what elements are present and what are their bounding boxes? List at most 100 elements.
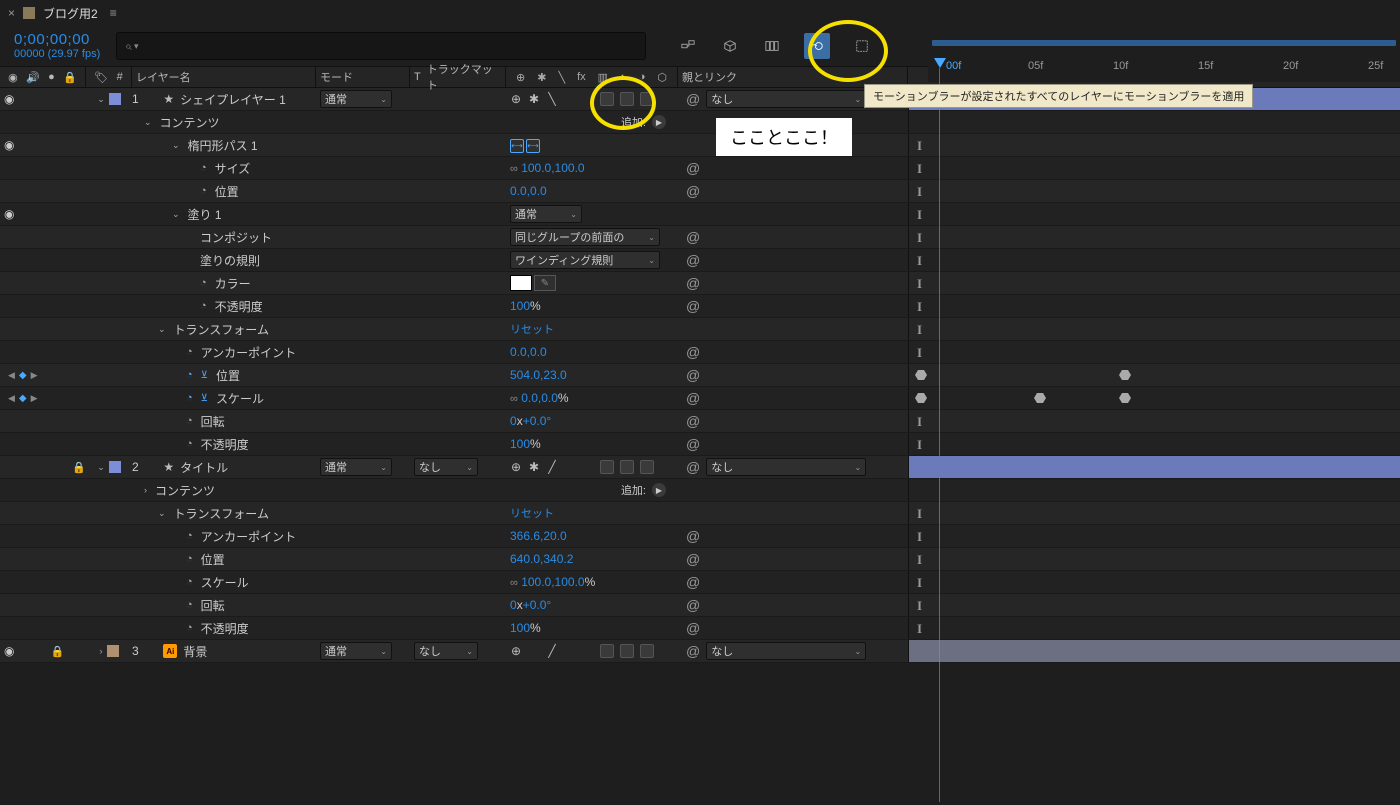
track-matte-dropdown[interactable]: なし⌄ <box>414 642 478 660</box>
pickwhip-icon[interactable]: @ <box>686 390 700 406</box>
twirl-icon[interactable]: ⌄ <box>158 324 166 335</box>
parent-dropdown[interactable]: なし⌄ <box>706 458 866 476</box>
layer-name[interactable]: 背景 <box>183 643 207 660</box>
label-color[interactable] <box>109 93 121 105</box>
prev-key-icon[interactable]: ◀ <box>8 393 15 404</box>
graph-icon[interactable]: ⊻ <box>201 370 208 381</box>
next-key-icon[interactable]: ▶ <box>31 370 38 381</box>
add-button[interactable]: ▶ <box>652 483 666 497</box>
keyframe-icon[interactable] <box>915 370 927 380</box>
quality-switch[interactable]: ╱ <box>546 460 558 474</box>
parent-dropdown[interactable]: なし⌄ <box>706 642 866 660</box>
pickwhip-icon[interactable]: @ <box>686 643 700 659</box>
value-scale[interactable]: 0.0,0.0% <box>521 391 568 405</box>
3d-switch[interactable] <box>640 92 654 106</box>
pickwhip-icon[interactable]: @ <box>686 574 700 590</box>
graph-editor-icon[interactable] <box>852 36 872 56</box>
blend-mode-dropdown[interactable]: 通常⌄ <box>320 90 392 108</box>
keyframe-diamond-icon[interactable]: ◆ <box>19 393 27 404</box>
reset-link[interactable]: リセット <box>510 508 554 520</box>
pickwhip-icon[interactable]: @ <box>686 436 700 452</box>
motion-blur-switch[interactable] <box>600 92 614 106</box>
keyframe-icon[interactable] <box>1119 370 1131 380</box>
layer-search-input[interactable]: ⌕▾ <box>116 32 646 60</box>
color-well[interactable] <box>510 275 532 291</box>
twirl-icon[interactable]: ⌄ <box>172 140 180 151</box>
fill-rule-dropdown[interactable]: ワインディング規則⌄ <box>510 251 660 269</box>
visibility-toggle[interactable]: ◉ <box>4 644 14 658</box>
twirl-icon[interactable]: ⌄ <box>158 508 166 519</box>
layer-row-3[interactable]: ◉🔒 › 3 Ai背景 通常⌄ なし⌄ ⊕ ╱ @なし⌄ <box>0 640 1400 663</box>
stopwatch-icon[interactable]: ◔ <box>186 415 193 427</box>
layer-name[interactable]: タイトル <box>180 459 228 476</box>
pickwhip-icon[interactable]: @ <box>686 551 700 567</box>
twirl-icon[interactable]: ⌄ <box>144 117 152 128</box>
stopwatch-icon[interactable]: ◔ <box>200 277 207 289</box>
value-opacity[interactable]: 100% <box>510 299 541 313</box>
pickwhip-icon[interactable]: @ <box>686 91 700 107</box>
stopwatch-icon[interactable]: ◔ <box>200 300 207 312</box>
twirl-icon[interactable]: ⌄ <box>97 462 105 473</box>
track-matte-dropdown[interactable]: なし⌄ <box>414 458 478 476</box>
link-icon[interactable]: ∞ <box>510 577 518 589</box>
keyframe-icon[interactable] <box>1034 393 1046 403</box>
visibility-toggle[interactable]: ◉ <box>4 207 14 221</box>
shape-direction-toggle[interactable]: ⟷⟷ <box>510 139 540 153</box>
stopwatch-icon[interactable]: ◔ <box>186 553 193 565</box>
value-size[interactable]: 100.0,100.0 <box>521 161 584 175</box>
value-opacity[interactable]: 100% <box>510 437 541 451</box>
composite-dropdown[interactable]: 同じグループの前面の⌄ <box>510 228 660 246</box>
link-icon[interactable]: ∞ <box>510 163 518 175</box>
keyframe-diamond-icon[interactable]: ◆ <box>19 370 27 381</box>
group-contents[interactable]: ⌄コンテンツ 追加:▶ <box>0 111 1400 134</box>
fill-blend-dropdown[interactable]: 通常⌄ <box>510 205 582 223</box>
stopwatch-icon[interactable]: ◔ <box>186 576 193 588</box>
keyframe-icon[interactable] <box>915 393 927 403</box>
group-ellipse-path[interactable]: ◉ ⌄楕円形パス 1 ⟷⟷ I <box>0 134 1400 157</box>
blend-mode-dropdown[interactable]: 通常⌄ <box>320 642 392 660</box>
value-anchor[interactable]: 0.0,0.0 <box>510 345 547 359</box>
label-color[interactable] <box>107 645 119 657</box>
shy-switch[interactable]: ⊕ <box>510 644 522 658</box>
pickwhip-icon[interactable]: @ <box>686 459 700 475</box>
adj-switch[interactable] <box>620 92 634 106</box>
stopwatch-icon[interactable]: ◔ <box>200 162 207 174</box>
blend-mode-dropdown[interactable]: 通常⌄ <box>320 458 392 476</box>
collapse-switch[interactable]: ✱ <box>528 460 540 474</box>
keyframe-icon[interactable] <box>1119 393 1131 403</box>
close-icon[interactable]: × <box>8 6 15 20</box>
track-matte-header[interactable]: Tトラックマット <box>410 67 506 87</box>
eyedropper-icon[interactable]: ✎ <box>534 275 556 291</box>
panel-menu-icon[interactable]: ≡ <box>110 6 117 20</box>
pickwhip-icon[interactable]: @ <box>686 528 700 544</box>
pickwhip-icon[interactable]: @ <box>686 298 700 314</box>
timecode-block[interactable]: 0;00;00;00 00000 (29.97 fps) <box>14 32 100 61</box>
current-timecode[interactable]: 0;00;00;00 <box>14 32 100 49</box>
shy-switch[interactable]: ⊕ <box>510 92 522 106</box>
stopwatch-icon[interactable]: ◔ <box>186 599 193 611</box>
twirl-icon[interactable]: ⌄ <box>97 94 105 105</box>
stopwatch-icon[interactable]: ◔ <box>186 392 193 404</box>
add-button[interactable]: ▶ <box>652 115 666 129</box>
stopwatch-icon[interactable]: ◔ <box>186 369 193 381</box>
stopwatch-icon[interactable]: ◔ <box>186 438 193 450</box>
parent-dropdown[interactable]: なし⌄ <box>706 90 866 108</box>
quality-switch[interactable]: ╱ <box>546 644 558 658</box>
twirl-icon[interactable]: ⌄ <box>172 209 180 220</box>
layer-name-header[interactable]: レイヤー名 <box>132 67 316 87</box>
composition-title[interactable]: ブログ用2 <box>43 5 98 22</box>
value-shape-pos[interactable]: 0.0,0.0 <box>510 184 547 198</box>
lock-icon[interactable]: 🔒 <box>50 645 64 658</box>
stopwatch-icon[interactable]: ◔ <box>200 185 207 197</box>
link-icon[interactable]: ∞ <box>510 393 518 405</box>
work-area-bar[interactable] <box>932 40 1396 46</box>
frame-blend-icon[interactable] <box>762 36 782 56</box>
group-fill[interactable]: ◉ ⌄塗り 1 通常⌄ I <box>0 203 1400 226</box>
layer-duration-bar[interactable] <box>909 456 1400 478</box>
mode-header[interactable]: モード <box>316 67 410 87</box>
shy-switch[interactable]: ⊕ <box>510 460 522 474</box>
value-rotation[interactable]: 0x+0.0° <box>510 414 551 428</box>
motion-blur-toggle[interactable] <box>804 33 830 59</box>
quality-switch[interactable]: ╲ <box>546 92 558 106</box>
next-key-icon[interactable]: ▶ <box>31 393 38 404</box>
